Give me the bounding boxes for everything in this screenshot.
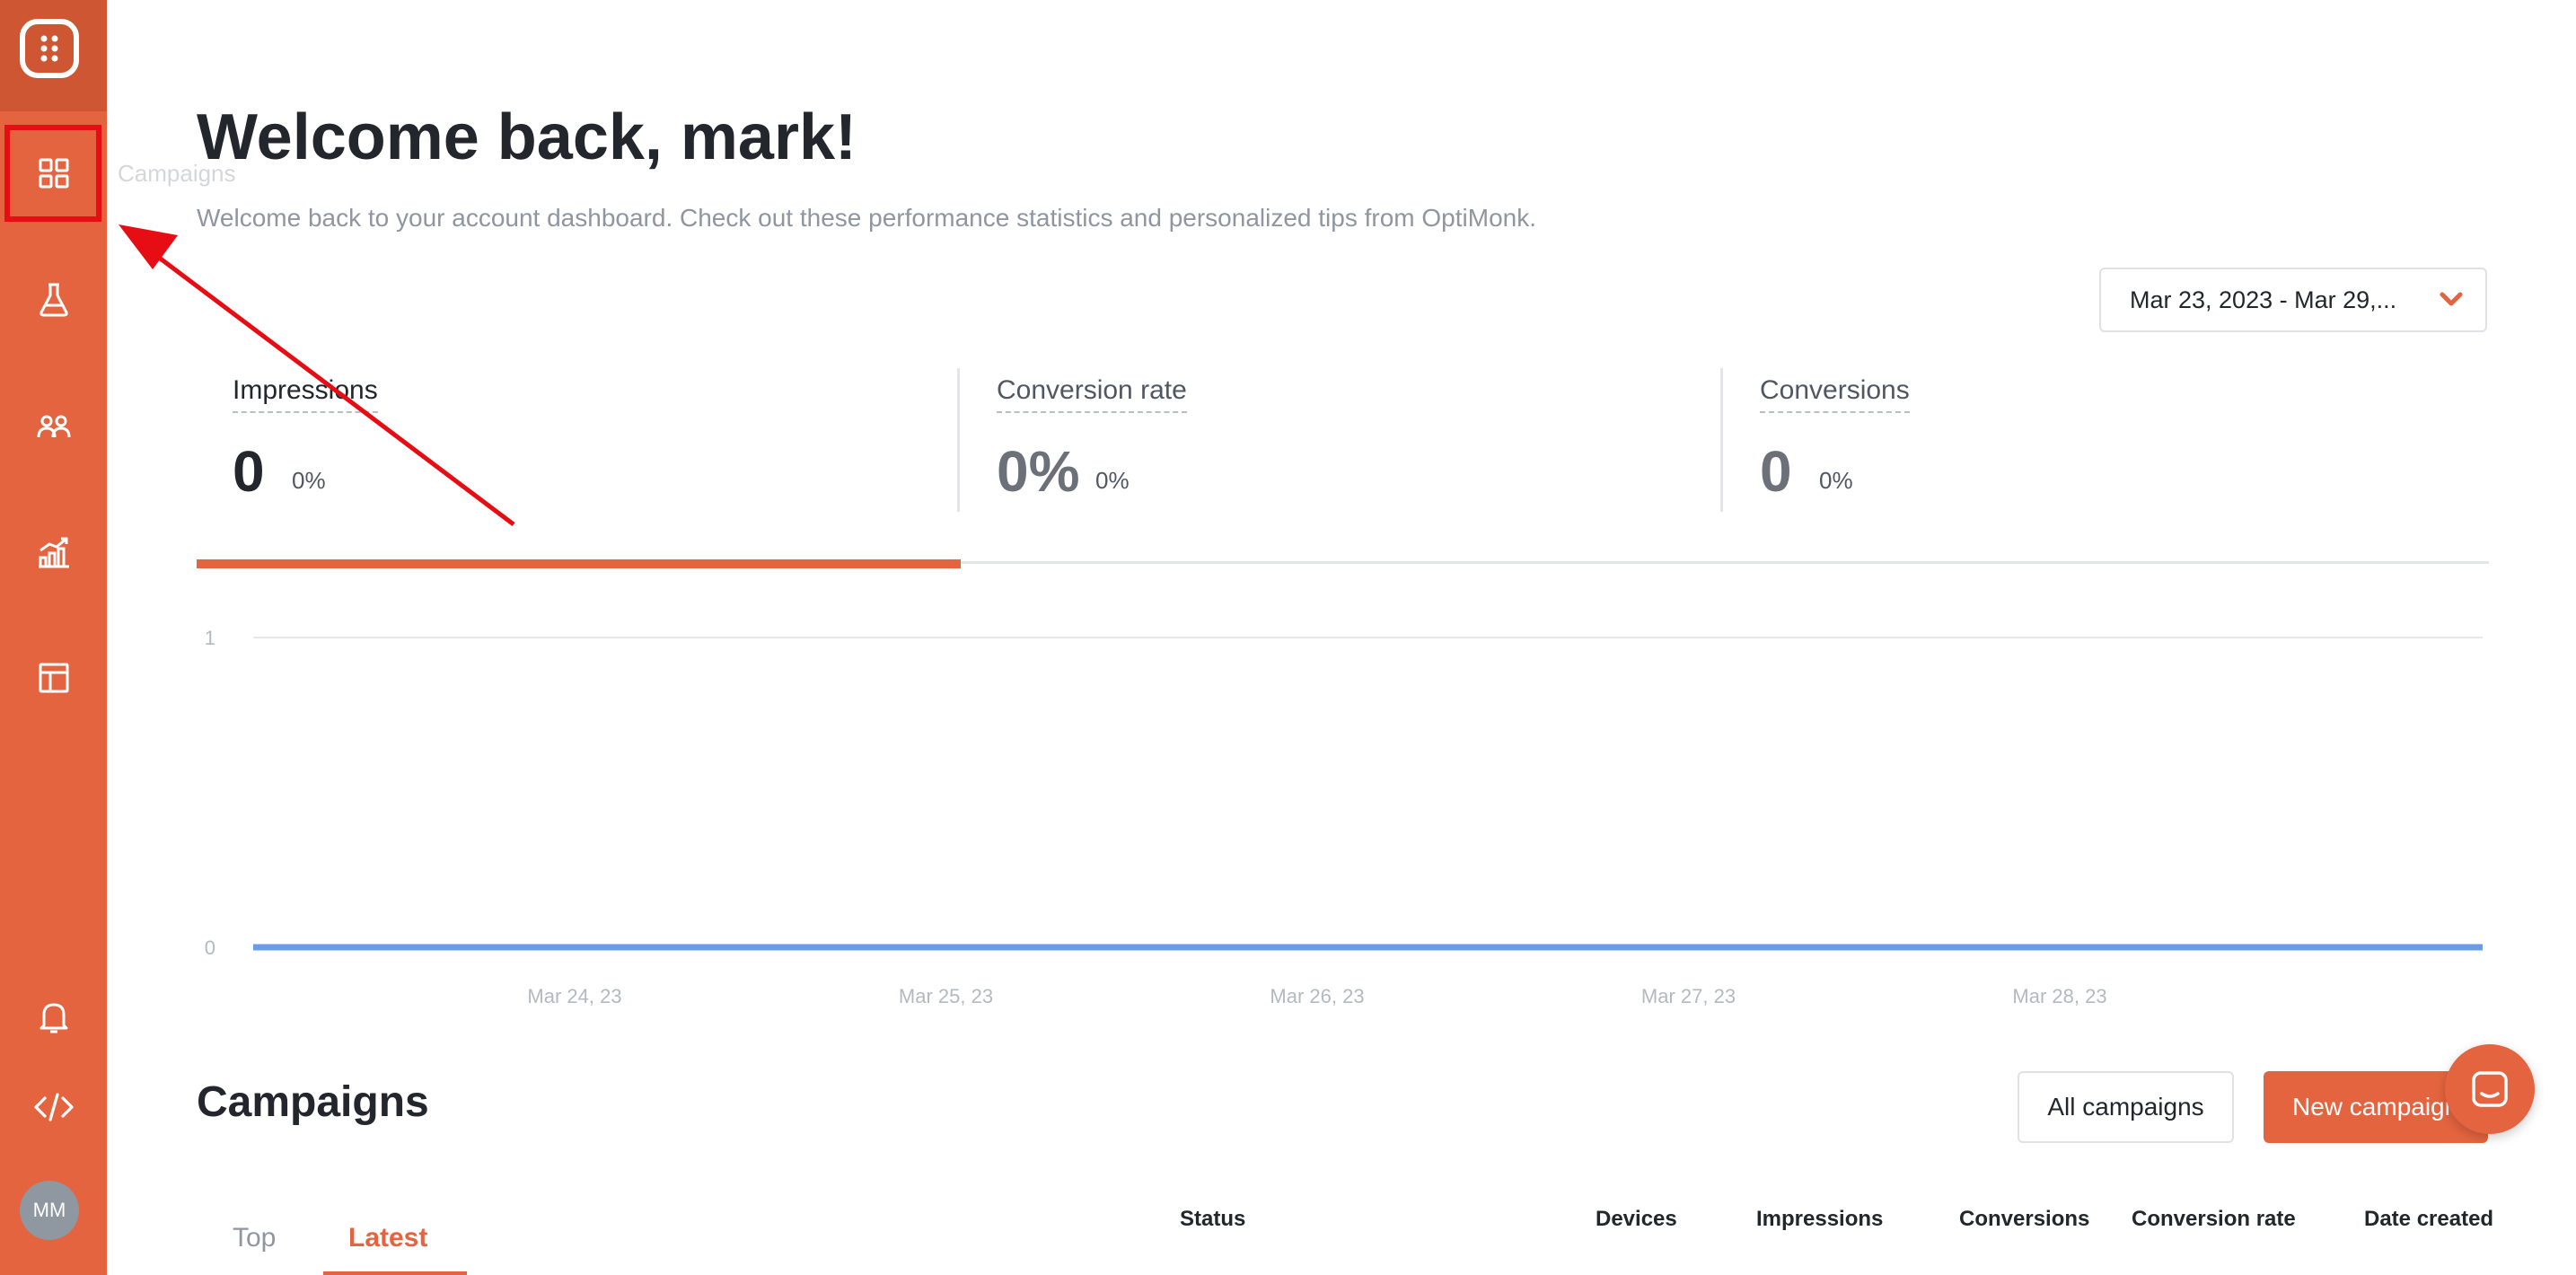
- impressions-chart: 1 0 Mar 24, 23 Mar 25, 23 Mar 26, 23 Mar 27, …: [180, 611, 2505, 1024]
- kpi-conversions[interactable]: Conversions 0 0%: [1760, 368, 2460, 512]
- kpi-change: 0%: [1819, 467, 1853, 494]
- tab-latest[interactable]: Latest: [348, 1223, 427, 1253]
- data-point: [2057, 945, 2062, 950]
- kpi-track-active: [197, 559, 961, 568]
- divider: [957, 368, 960, 512]
- tab-top[interactable]: Top: [233, 1223, 276, 1253]
- data-point: [572, 945, 577, 950]
- all-campaigns-button[interactable]: All campaigns: [2018, 1071, 2234, 1143]
- code-icon: [33, 1093, 74, 1121]
- analytics-icon: [38, 537, 69, 568]
- column-header-status[interactable]: Status: [1180, 1207, 1245, 1232]
- x-tick-label: Mar 24, 23: [527, 985, 621, 1007]
- bell-icon: [40, 1003, 67, 1033]
- flask-icon: [39, 283, 68, 317]
- sidebar: MM: [0, 0, 107, 1275]
- kpi-label: Impressions: [233, 375, 378, 413]
- kpi-value: 0: [1760, 439, 1792, 504]
- logo-area: [0, 0, 107, 111]
- column-header-conversion-rate[interactable]: Conversion rate: [2132, 1207, 2296, 1232]
- sidebar-item-audience[interactable]: [0, 377, 107, 476]
- column-header-impressions[interactable]: Impressions: [1756, 1207, 1883, 1232]
- x-tick-label: Mar 27, 23: [1641, 985, 1736, 1007]
- column-header-devices[interactable]: Devices: [1596, 1207, 1677, 1232]
- data-point: [1685, 945, 1692, 950]
- users-icon: [37, 415, 70, 438]
- sidebar-item-experiments[interactable]: [0, 251, 107, 349]
- y-tick-label: 1: [205, 627, 215, 649]
- notifications-button[interactable]: [0, 968, 107, 1067]
- kpi-value: 0: [233, 439, 265, 504]
- column-header-date-created[interactable]: Date created: [2364, 1207, 2493, 1232]
- sidebar-item-templates[interactable]: [0, 629, 107, 727]
- sidebar-item-analytics[interactable]: [0, 503, 107, 602]
- date-range-value: Mar 23, 2023 - Mar 29,...: [2130, 286, 2397, 313]
- kpi-impressions[interactable]: Impressions 0 0%: [233, 368, 933, 512]
- page-subtitle: Welcome back to your account dashboard. …: [197, 204, 1536, 232]
- y-tick-label: 0: [205, 936, 215, 959]
- kpi-change: 0%: [1095, 467, 1130, 494]
- kpi-conversion-rate[interactable]: Conversion rate 0% 0%: [997, 368, 1697, 512]
- tab-underline: [323, 1271, 467, 1275]
- kpi-value: 0%: [997, 439, 1080, 504]
- dice-logo-icon[interactable]: [20, 19, 79, 78]
- layout-icon: [39, 663, 68, 693]
- divider: [1720, 368, 1723, 512]
- chat-icon: [2472, 1071, 2508, 1107]
- x-tick-label: Mar 25, 23: [899, 985, 993, 1007]
- campaigns-title: Campaigns: [197, 1078, 429, 1126]
- chart-svg: 1 0 Mar 24, 23 Mar 25, 23 Mar 26, 23 Mar 27, …: [205, 627, 2483, 1007]
- kpi-label: Conversion rate: [997, 375, 1187, 413]
- chat-button[interactable]: [2445, 1044, 2535, 1134]
- chevron-down-icon: [2440, 292, 2463, 306]
- data-point: [1314, 945, 1320, 950]
- x-tick-label: Mar 28, 23: [2012, 985, 2106, 1007]
- avatar[interactable]: MM: [20, 1181, 79, 1240]
- data-point: [943, 945, 949, 950]
- page-title: Welcome back, mark!: [197, 101, 857, 173]
- date-range-select[interactable]: Mar 23, 2023 - Mar 29,...: [2099, 268, 2487, 332]
- column-header-conversions[interactable]: Conversions: [1959, 1207, 2089, 1232]
- kpi-change: 0%: [292, 467, 326, 494]
- kpi-label: Conversions: [1760, 375, 1910, 413]
- code-button[interactable]: [0, 1058, 107, 1156]
- highlight-box: [4, 125, 101, 222]
- x-tick-label: Mar 26, 23: [1270, 985, 1364, 1007]
